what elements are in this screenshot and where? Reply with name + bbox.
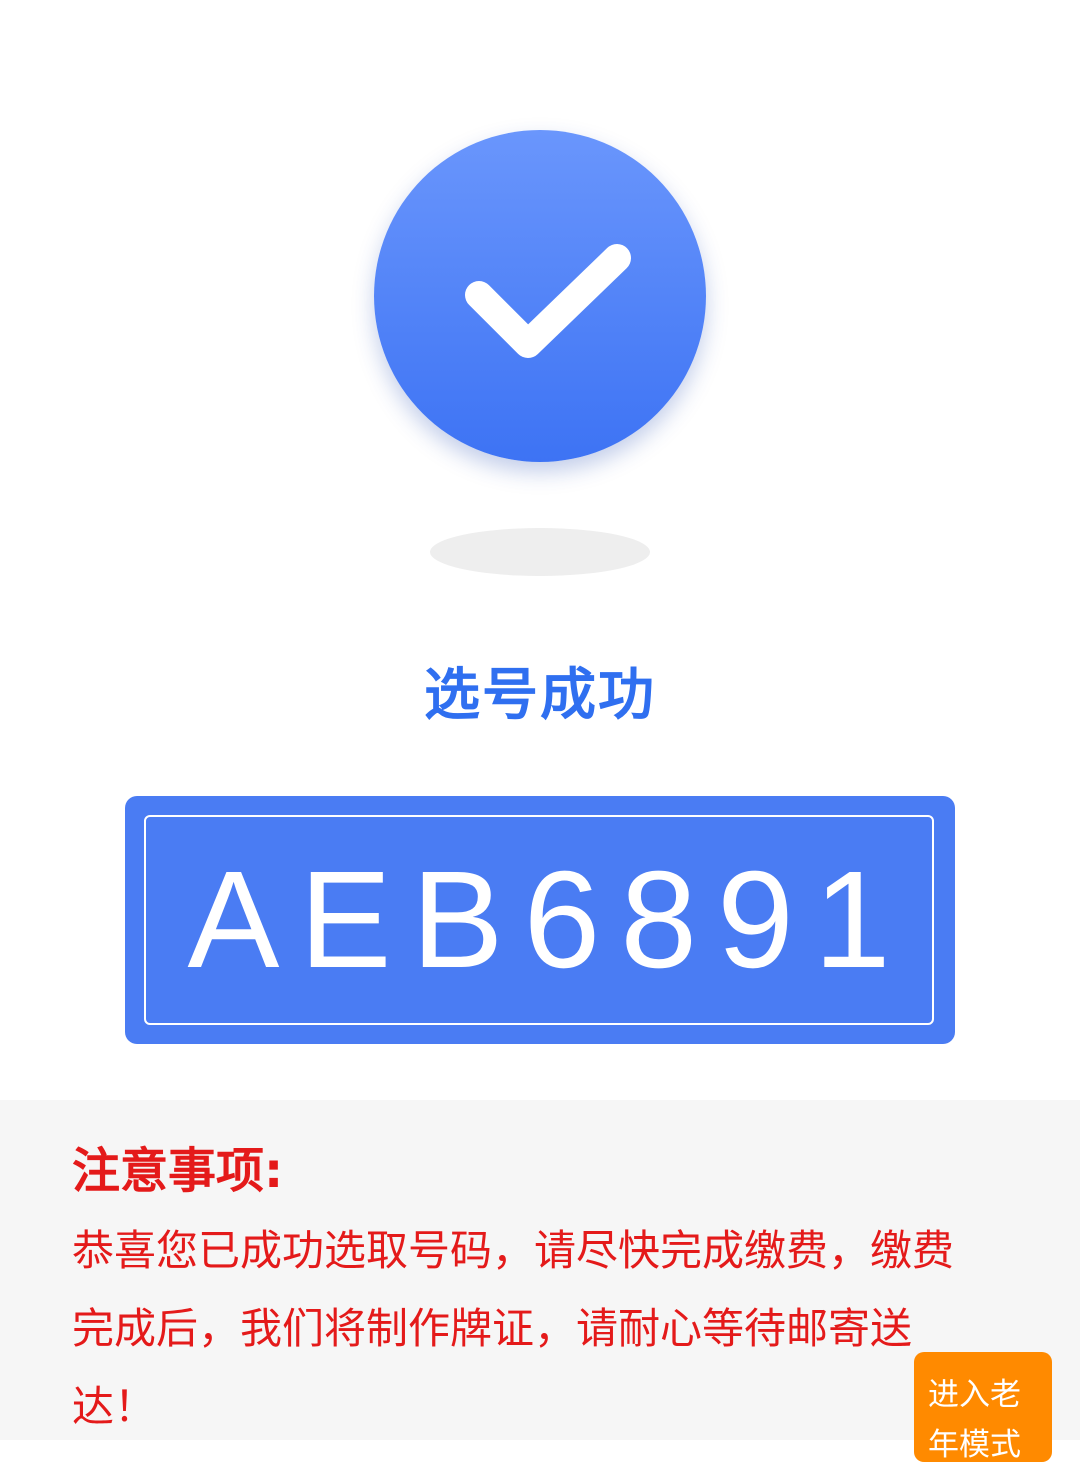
checkmark-glyph <box>465 244 631 358</box>
icon-shadow <box>430 528 650 576</box>
check-circle-icon <box>374 130 706 462</box>
notice-body: 恭喜您已成功选取号码，请尽快完成缴费，缴费完成后，我们将制作牌证，请耐心等待邮寄… <box>72 1226 955 1431</box>
plate-number: AEB6891 <box>187 843 911 997</box>
notice-title: 注意事项: <box>72 1143 284 1199</box>
plate-border: AEB6891 <box>144 815 934 1025</box>
license-plate: AEB6891 <box>125 796 955 1044</box>
page-title: 选号成功 <box>424 663 656 728</box>
elder-mode-button[interactable]: 进入老年模式 <box>914 1352 1052 1462</box>
